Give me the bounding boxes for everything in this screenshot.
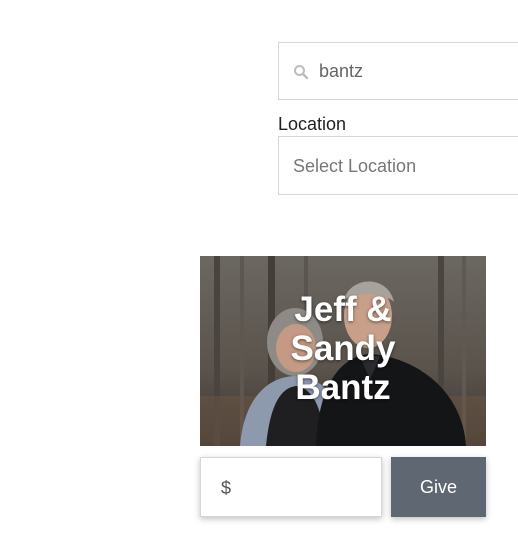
search-value: bantz	[319, 61, 364, 81]
donation-amount-input[interactable]: $	[200, 457, 382, 517]
profile-name-line: Sandy	[290, 329, 396, 368]
currency-prefix: $	[221, 478, 232, 498]
search-icon	[293, 64, 309, 80]
give-button[interactable]: Give	[391, 457, 486, 517]
profile-photo[interactable]: Jeff & Sandy Bantz	[200, 256, 486, 446]
location-label: Location	[278, 114, 347, 134]
profile-name-line: Bantz	[295, 368, 391, 407]
location-select-value: Select Location	[293, 156, 417, 176]
search-input[interactable]: bantz	[278, 42, 518, 100]
location-select[interactable]: Select Location	[278, 136, 518, 195]
profile-name-line: Jeff &	[294, 290, 392, 329]
profile-name: Jeff & Sandy Bantz	[200, 290, 486, 407]
